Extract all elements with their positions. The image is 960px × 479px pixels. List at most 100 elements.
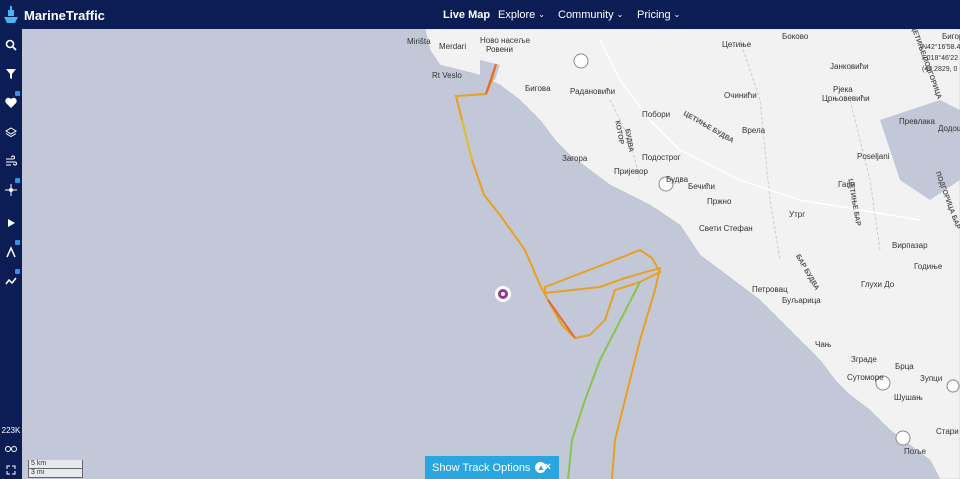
map-svg (424, 29, 960, 479)
nav-pricing[interactable]: Pricing ⌄ (637, 0, 680, 29)
place-label: Шушањ (894, 393, 923, 402)
expand-icon (6, 465, 16, 475)
play-icon (8, 219, 15, 227)
place-label: Цетиње (722, 40, 752, 49)
lock-icon (15, 269, 20, 274)
vessel-track-segment (547, 299, 576, 339)
port-icon (895, 430, 911, 446)
scale-mi: 3 mi (28, 469, 83, 478)
place-label: Merdari (439, 42, 467, 51)
port-icon (573, 53, 589, 69)
place-label: Зграде (851, 355, 877, 364)
place-label: Poseljani (857, 152, 890, 161)
place-label: Превлака (899, 117, 935, 126)
coord-lat: N42°16'58.4 (922, 44, 960, 51)
search-icon (5, 39, 17, 51)
nav-pricing-label: Pricing (637, 8, 671, 21)
track-options-label: Show Track Options (432, 461, 531, 474)
scale-bar: 5 km 3 mi (28, 460, 83, 478)
nav-live-map-label: Live Map (443, 8, 491, 21)
layers-icon (5, 127, 17, 138)
place-label: Сутоморе (847, 373, 884, 382)
place-label: Бечићи (688, 182, 715, 191)
place-label: Пољe (904, 447, 926, 456)
place-label: Боково (782, 32, 809, 41)
chevron-down-icon: ⌄ (538, 10, 545, 19)
place-label: Загора (562, 154, 588, 163)
place-label: Врела (742, 126, 766, 135)
nav-community-label: Community (558, 8, 614, 21)
place-label: Брца (895, 362, 914, 371)
route-icon (6, 246, 16, 258)
port-icon (946, 379, 960, 393)
vessel-count: 223K (1, 426, 21, 435)
chevron-down-icon: ⌄ (616, 10, 624, 19)
place-label: Подострог (642, 153, 681, 162)
coord-lon: E018°46'22 (922, 55, 959, 62)
scale-km: 5 km (28, 460, 83, 469)
lock-icon (15, 178, 20, 183)
place-label: Mirišta (407, 37, 431, 46)
coordinate-readout: N42°16'58.4 E018°46'22 (42.2829, 0 (922, 42, 960, 75)
show-track-options-button[interactable]: Show Track Options ▲ × (425, 456, 559, 479)
place-label: Побори (642, 110, 671, 119)
place-label: Радановићи (570, 87, 616, 96)
vessel-tools-button[interactable] (0, 178, 22, 201)
top-bar: MarineTraffic Live Map Explore ⌄ Communit… (0, 0, 960, 29)
lock-icon (15, 91, 20, 96)
analytics-button[interactable] (0, 269, 22, 292)
place-label: Бигова (525, 84, 551, 93)
place-label: Јанковићи (830, 62, 869, 71)
lock-icon (15, 240, 20, 245)
place-label: Пријевор (614, 167, 648, 176)
vessel-track-segment (461, 119, 473, 161)
close-icon[interactable]: × (545, 461, 551, 473)
nav-explore-label: Explore (498, 8, 536, 21)
chevron-down-icon: ⌄ (673, 10, 681, 19)
place-label: Rt Veslo (432, 71, 462, 80)
coord-decimal: (42.2829, 0 (922, 66, 958, 73)
favorites-button[interactable] (0, 91, 22, 114)
place-label: Додош (938, 124, 960, 133)
place-label: Зупци (920, 374, 943, 383)
place-label: Бигор (942, 32, 960, 41)
place-label: Буљарица (782, 296, 821, 305)
place-label: Стари (936, 427, 959, 436)
place-label: Будва (666, 175, 689, 184)
search-button[interactable] (0, 34, 22, 56)
place-label: Рјека (833, 85, 853, 94)
place-label: Ново насеље (480, 36, 531, 45)
land-mass (424, 29, 960, 479)
heart-icon (5, 97, 17, 108)
place-label: Годиње (914, 262, 943, 271)
binoculars-icon (5, 446, 17, 452)
filter-icon (6, 69, 16, 79)
map-canvas[interactable]: Mirišta Merdari Ново насеље Ровени Rt Ve… (22, 29, 960, 479)
playback-button[interactable] (0, 212, 22, 234)
place-label: Глухи До (861, 280, 895, 289)
brand-name: MarineTraffic (24, 7, 105, 23)
nav-explore[interactable]: Explore ⌄ (498, 0, 545, 29)
place-label: Свети Стефан (699, 224, 753, 233)
measure-button[interactable] (0, 437, 22, 459)
nav-live-map[interactable]: Live Map (443, 0, 490, 29)
place-label: Ровени (486, 45, 513, 54)
place-label: Очинићи (724, 91, 757, 100)
place-label: Петровац (752, 285, 788, 294)
wind-icon (6, 155, 17, 166)
fullscreen-button[interactable] (0, 459, 22, 479)
place-label: Чањ (815, 340, 832, 349)
filter-button[interactable] (0, 63, 22, 85)
analytics-icon (5, 277, 17, 285)
place-label: Црњовевићи (822, 94, 870, 103)
place-label: Вирпазар (892, 241, 928, 250)
brand-logo[interactable]: MarineTraffic (2, 3, 105, 27)
route-button[interactable] (0, 240, 22, 263)
sidebar (0, 29, 22, 479)
nav-community[interactable]: Community ⌄ (558, 0, 623, 29)
layers-button[interactable] (0, 121, 22, 143)
place-label: Пржно (707, 197, 732, 206)
vessel-icon (5, 184, 17, 196)
place-label: Утрг (789, 210, 806, 219)
weather-button[interactable] (0, 150, 22, 172)
